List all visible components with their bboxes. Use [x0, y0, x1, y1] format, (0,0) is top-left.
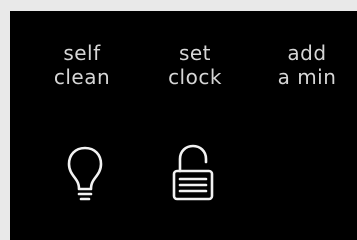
self-clean-label-line2: clean	[53, 65, 111, 89]
add-a-min-button[interactable]: add a min	[262, 41, 352, 89]
self-clean-label-line1: self	[63, 41, 101, 65]
set-clock-button[interactable]: set clock	[150, 41, 240, 89]
lock-open-icon[interactable]	[170, 143, 216, 203]
self-clean-button[interactable]: self clean	[37, 41, 127, 89]
add-a-min-label-line2: a min	[277, 65, 337, 89]
lightbulb-icon[interactable]	[65, 145, 105, 203]
set-clock-label-line2: clock	[168, 65, 222, 89]
control-panel: self clean set clock add a min	[10, 11, 357, 240]
add-a-min-label-line1: add	[287, 41, 327, 65]
set-clock-label-line1: set	[178, 41, 212, 65]
